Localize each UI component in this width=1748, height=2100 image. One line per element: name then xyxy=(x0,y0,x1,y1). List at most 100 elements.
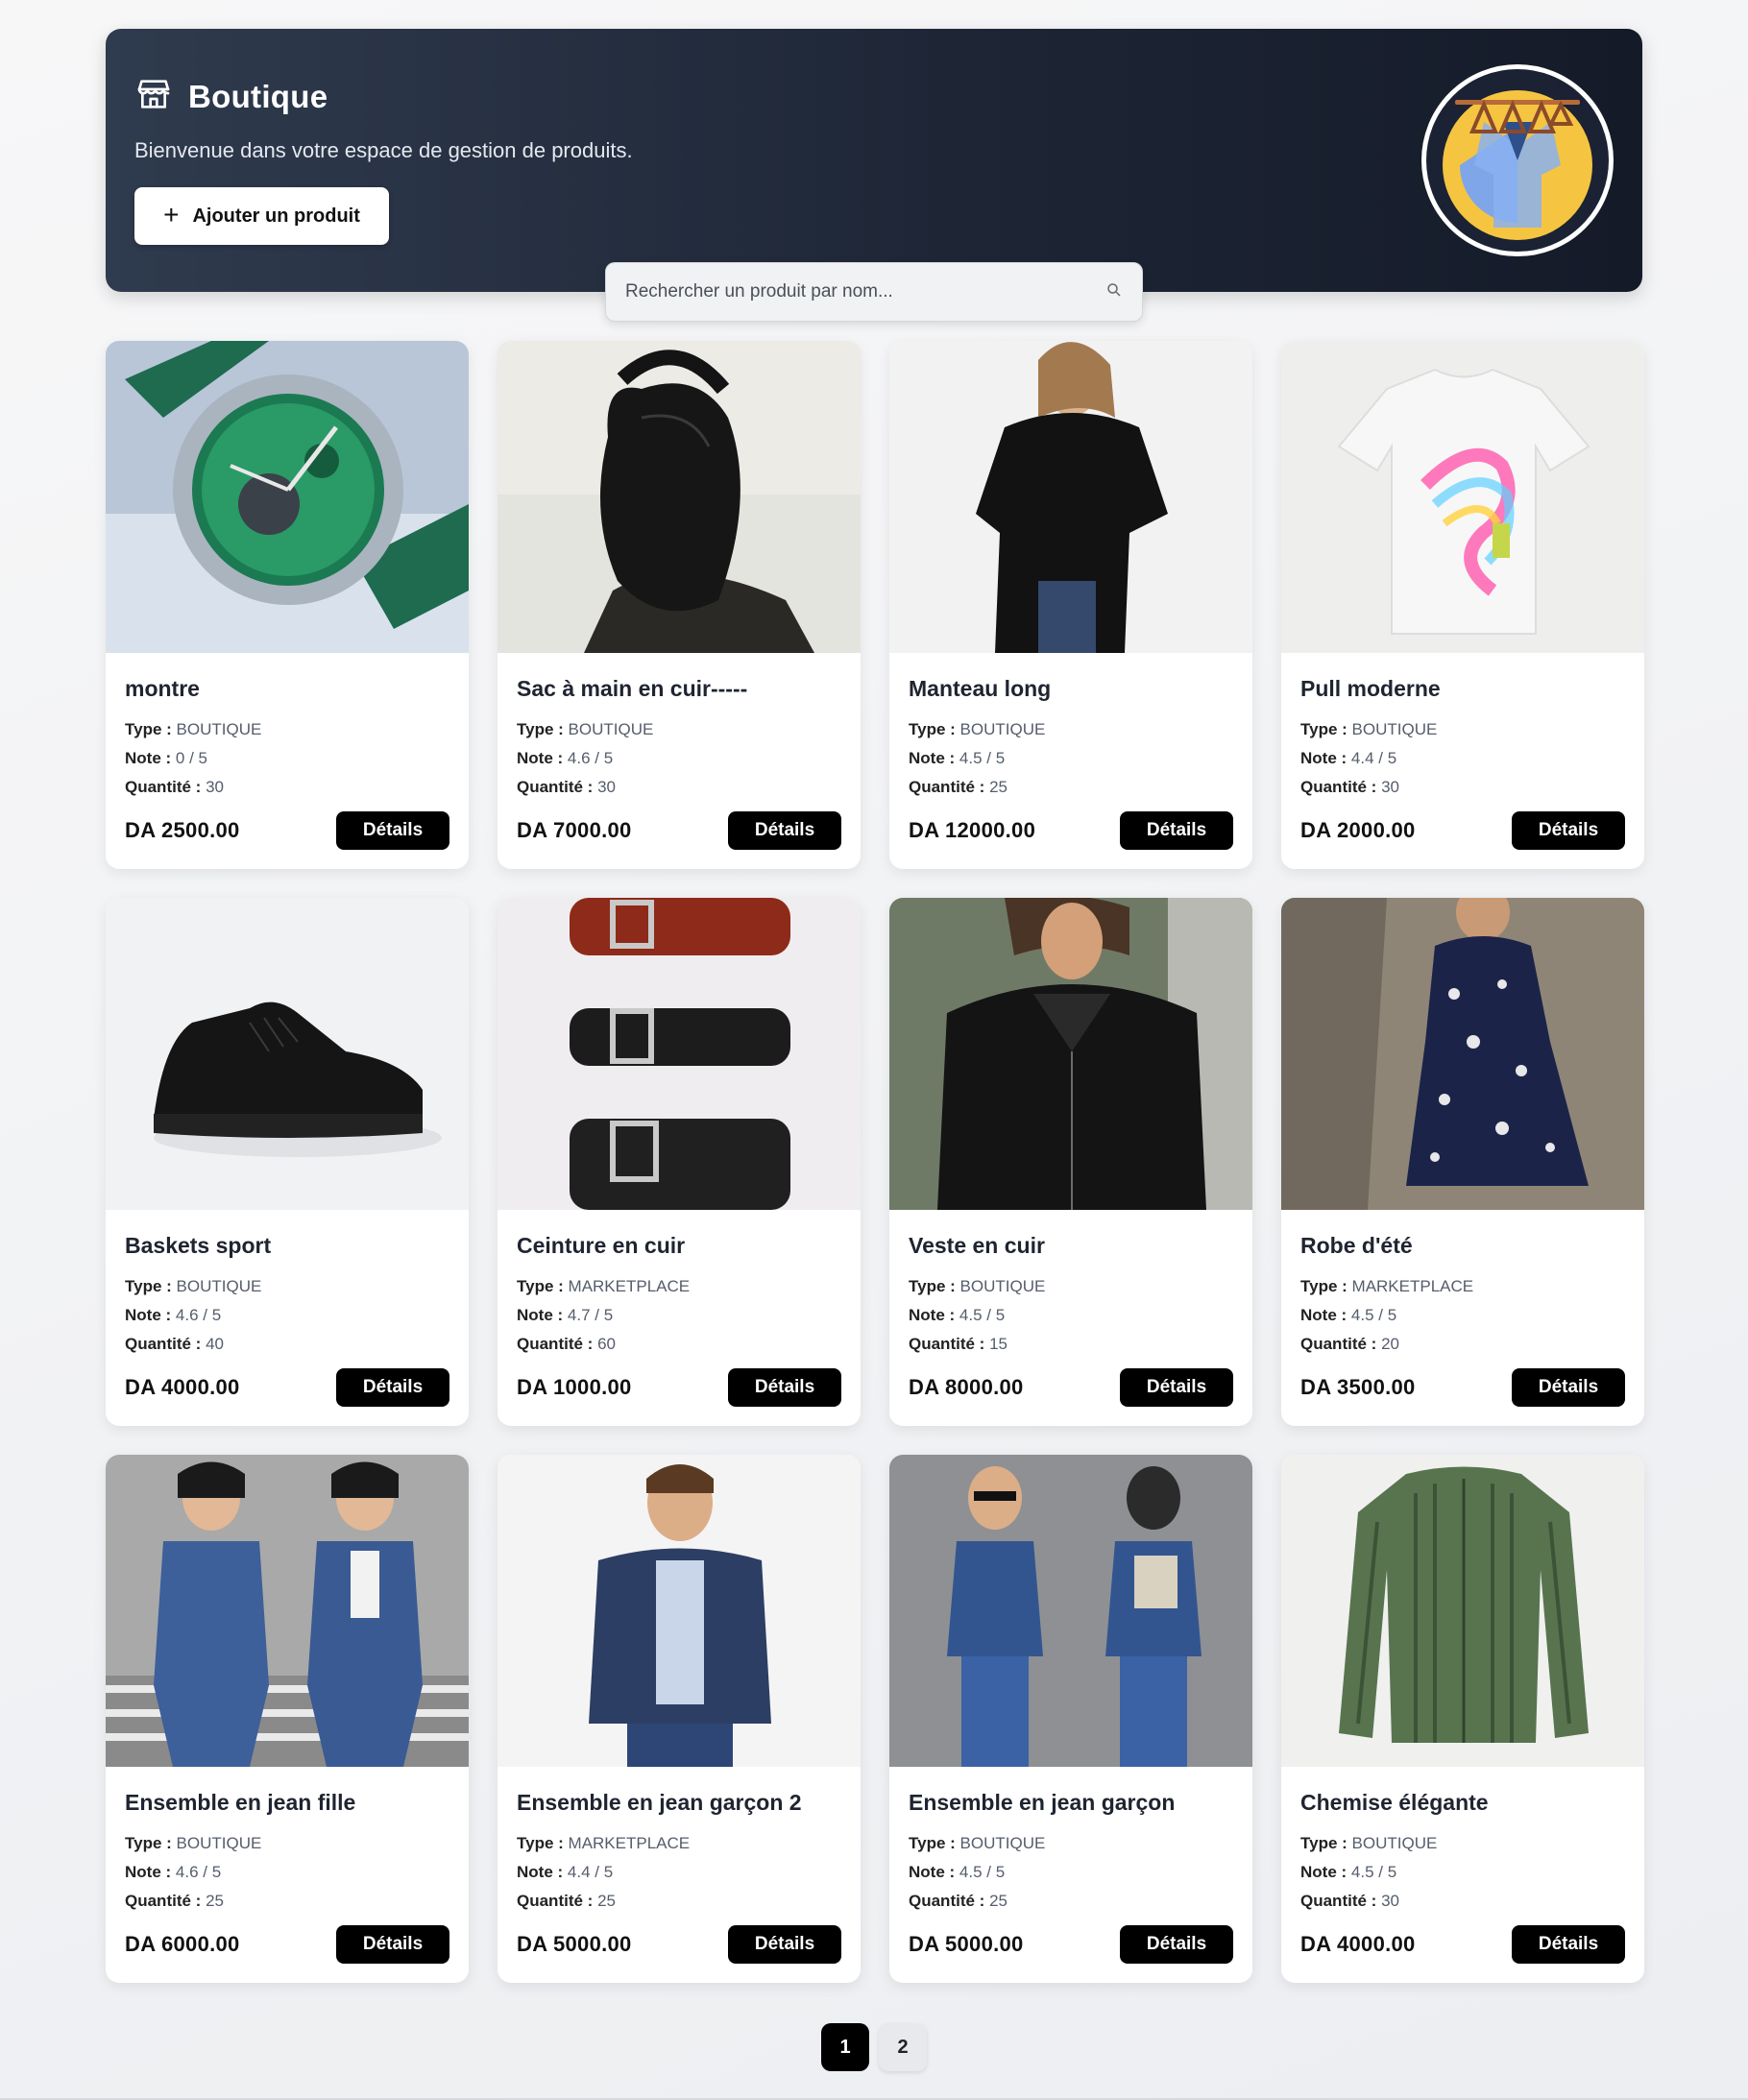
product-name: Baskets sport xyxy=(125,1233,272,1258)
product-rating: Note : 4.4 / 5 xyxy=(1300,749,1397,767)
plus-icon: + xyxy=(163,199,180,229)
product-rating: Note : 4.5 / 5 xyxy=(909,1863,1006,1881)
clothing-rack-logo xyxy=(1421,64,1614,256)
product-card: Pull moderne Type : BOUTIQUE Note : 4.4 … xyxy=(1281,341,1644,869)
product-name: montre xyxy=(125,676,200,701)
product-quantity: Quantité : 30 xyxy=(1300,1892,1399,1910)
boys-denim-set-image[interactable] xyxy=(889,1455,1252,1767)
summer-dress-image[interactable] xyxy=(1281,898,1644,1210)
product-name: Ensemble en jean garçon 2 xyxy=(517,1790,802,1815)
product-rating: Note : 4.5 / 5 xyxy=(1300,1306,1397,1324)
add-product-button[interactable]: + Ajouter un produit xyxy=(134,187,389,245)
green-shirt-image[interactable] xyxy=(1281,1455,1644,1767)
product-quantity: Quantité : 20 xyxy=(1300,1335,1399,1353)
handbag-image[interactable] xyxy=(498,341,861,653)
product-quantity: Quantité : 25 xyxy=(909,778,1008,796)
girls-denim-image[interactable] xyxy=(106,1455,469,1767)
product-rating: Note : 4.4 / 5 xyxy=(517,1863,614,1881)
product-card: Manteau long Type : BOUTIQUE Note : 4.5 … xyxy=(889,341,1252,869)
product-quantity: Quantité : 30 xyxy=(517,778,616,796)
product-type: Type : BOUTIQUE xyxy=(1300,1834,1438,1852)
product-name: Robe d'été xyxy=(1300,1233,1413,1258)
product-card: Ensemble en jean garçon Type : BOUTIQUE … xyxy=(889,1455,1252,1983)
product-name: Ensemble en jean fille xyxy=(125,1790,356,1815)
product-type: Type : BOUTIQUE xyxy=(909,720,1046,738)
store-icon xyxy=(134,75,173,118)
search-input[interactable] xyxy=(625,281,1105,302)
long-coat-image[interactable] xyxy=(889,341,1252,653)
details-button[interactable]: Détails xyxy=(728,811,841,850)
product-card: Veste en cuir Type : BOUTIQUE Note : 4.5… xyxy=(889,898,1252,1426)
tshirt-image[interactable] xyxy=(1281,341,1644,653)
details-button[interactable]: Détails xyxy=(336,1368,449,1407)
product-quantity: Quantité : 25 xyxy=(125,1892,224,1910)
sneaker-image[interactable] xyxy=(106,898,469,1210)
product-type: Type : MARKETPLACE xyxy=(1300,1277,1474,1295)
product-name: Ceinture en cuir xyxy=(517,1233,686,1258)
add-product-label: Ajouter un produit xyxy=(192,205,360,227)
details-button[interactable]: Détails xyxy=(1512,811,1625,850)
product-quantity: Quantité : 30 xyxy=(125,778,224,796)
details-button[interactable]: Détails xyxy=(1120,1368,1233,1407)
product-type: Type : BOUTIQUE xyxy=(125,1277,262,1295)
details-button[interactable]: Détails xyxy=(1120,811,1233,850)
product-type: Type : BOUTIQUE xyxy=(125,720,262,738)
details-button[interactable]: Détails xyxy=(1512,1368,1625,1407)
product-quantity: Quantité : 25 xyxy=(909,1892,1008,1910)
product-type: Type : BOUTIQUE xyxy=(909,1277,1046,1295)
product-name: Ensemble en jean garçon xyxy=(909,1790,1176,1815)
product-type: Type : BOUTIQUE xyxy=(517,720,654,738)
product-type: Type : BOUTIQUE xyxy=(125,1834,262,1852)
header-title-row: Boutique xyxy=(134,75,328,118)
product-price: DA 2500.00 xyxy=(125,818,240,842)
product-price: DA 5000.00 xyxy=(909,1932,1024,1956)
product-quantity: Quantité : 30 xyxy=(1300,778,1399,796)
product-name: Manteau long xyxy=(909,676,1052,701)
product-price: DA 3500.00 xyxy=(1300,1375,1416,1399)
product-price: DA 6000.00 xyxy=(125,1932,240,1956)
product-rating: Note : 4.7 / 5 xyxy=(517,1306,614,1324)
product-quantity: Quantité : 15 xyxy=(909,1335,1008,1353)
product-card: Chemise élégante Type : BOUTIQUE Note : … xyxy=(1281,1455,1644,1983)
product-grid: montre Type : BOUTIQUE Note : 0 / 5 Quan… xyxy=(106,341,1644,1983)
page-button-2[interactable]: 2 xyxy=(879,2023,927,2071)
product-quantity: Quantité : 40 xyxy=(125,1335,224,1353)
search-icon[interactable] xyxy=(1105,281,1123,303)
boy-denim-jacket-image[interactable] xyxy=(498,1455,861,1767)
product-type: Type : MARKETPLACE xyxy=(517,1834,691,1852)
product-rating: Note : 0 / 5 xyxy=(125,749,207,767)
product-quantity: Quantité : 25 xyxy=(517,1892,616,1910)
leather-jacket-image[interactable] xyxy=(889,898,1252,1210)
product-type: Type : BOUTIQUE xyxy=(909,1834,1046,1852)
product-type: Type : MARKETPLACE xyxy=(517,1277,691,1295)
page-subtitle: Bienvenue dans votre espace de gestion d… xyxy=(134,138,633,162)
product-price: DA 8000.00 xyxy=(909,1375,1024,1399)
details-button[interactable]: Détails xyxy=(728,1925,841,1964)
product-rating: Note : 4.5 / 5 xyxy=(909,1306,1006,1324)
product-card: Baskets sport Type : BOUTIQUE Note : 4.6… xyxy=(106,898,469,1426)
header-banner: Boutique Bienvenue dans votre espace de … xyxy=(106,29,1642,292)
page-button-1[interactable]: 1 xyxy=(821,2023,869,2071)
product-price: DA 7000.00 xyxy=(517,818,632,842)
product-card: Ensemble en jean fille Type : BOUTIQUE N… xyxy=(106,1455,469,1983)
details-button[interactable]: Détails xyxy=(728,1368,841,1407)
pagination: 1 2 xyxy=(821,2023,927,2071)
product-card: montre Type : BOUTIQUE Note : 0 / 5 Quan… xyxy=(106,341,469,869)
product-price: DA 4000.00 xyxy=(1300,1932,1416,1956)
watch-image[interactable] xyxy=(106,341,469,653)
product-price: DA 2000.00 xyxy=(1300,818,1416,842)
product-name: Pull moderne xyxy=(1300,676,1441,701)
product-rating: Note : 4.6 / 5 xyxy=(125,1863,222,1881)
details-button[interactable]: Détails xyxy=(336,1925,449,1964)
product-rating: Note : 4.5 / 5 xyxy=(909,749,1006,767)
product-price: DA 1000.00 xyxy=(517,1375,632,1399)
page-title: Boutique xyxy=(188,78,328,114)
details-button[interactable]: Détails xyxy=(1512,1925,1625,1964)
product-rating: Note : 4.6 / 5 xyxy=(517,749,614,767)
product-card: Ensemble en jean garçon 2 Type : MARKETP… xyxy=(498,1455,861,1983)
details-button[interactable]: Détails xyxy=(336,811,449,850)
details-button[interactable]: Détails xyxy=(1120,1925,1233,1964)
product-rating: Note : 4.6 / 5 xyxy=(125,1306,222,1324)
product-type: Type : BOUTIQUE xyxy=(1300,720,1438,738)
belts-image[interactable] xyxy=(498,898,861,1210)
